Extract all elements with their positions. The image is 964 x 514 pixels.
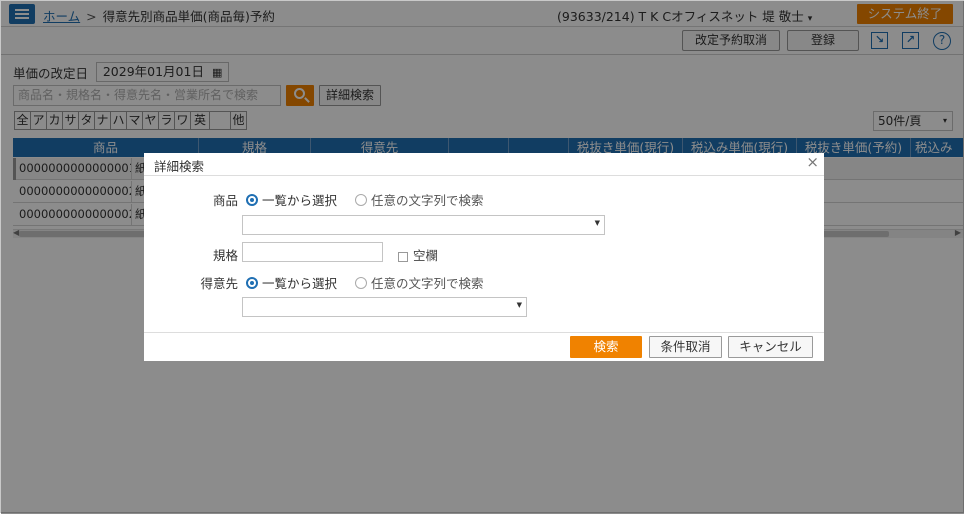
spec-label: 規格 xyxy=(212,248,238,263)
product-radio-text-label[interactable]: 任意の文字列で検索 xyxy=(371,193,484,208)
clear-conditions-button[interactable]: 条件取消 xyxy=(649,336,722,358)
chevron-down-icon: ▼ xyxy=(594,219,600,227)
app-window: ホーム > 得意先別商品単価(商品毎)予約 (93633/214) T K Cオフィ… xyxy=(0,0,964,514)
dialog-title: 詳細検索 xyxy=(154,159,205,174)
customer-radio-group: 一覧から選択 任意の文字列で検索 xyxy=(246,273,502,292)
dialog-footer-divider xyxy=(144,332,824,333)
blank-checkbox-label: 空欄 xyxy=(413,248,439,263)
customer-label: 得意先 xyxy=(200,276,238,291)
customer-select[interactable]: ▼ xyxy=(242,297,527,317)
product-select[interactable]: ▼ xyxy=(242,215,605,235)
product-radio-list-label[interactable]: 一覧から選択 xyxy=(262,193,337,208)
blank-checkbox[interactable]: 空欄 xyxy=(398,245,438,264)
customer-radio-list-label[interactable]: 一覧から選択 xyxy=(262,276,337,291)
close-icon[interactable]: × xyxy=(806,153,819,171)
product-radio-text[interactable] xyxy=(355,193,368,206)
chevron-down-icon: ▼ xyxy=(516,301,522,309)
advanced-search-dialog: 詳細検索 × 商品 一覧から選択 任意の文字列で検索 ▼ 規格 空欄 得意先 一覧… xyxy=(144,153,824,361)
cancel-button[interactable]: キャンセル xyxy=(728,336,813,358)
customer-radio-text-label[interactable]: 任意の文字列で検索 xyxy=(371,276,484,291)
product-radio-list[interactable] xyxy=(246,193,258,206)
checkbox-box[interactable] xyxy=(398,251,408,262)
spec-input[interactable] xyxy=(242,242,383,262)
search-button[interactable]: 検索 xyxy=(570,336,642,358)
product-radio-group: 一覧から選択 任意の文字列で検索 xyxy=(246,190,502,209)
dialog-header-divider xyxy=(144,175,824,176)
customer-radio-text[interactable] xyxy=(355,276,368,289)
customer-radio-list[interactable] xyxy=(246,276,258,289)
product-label: 商品 xyxy=(212,193,238,208)
